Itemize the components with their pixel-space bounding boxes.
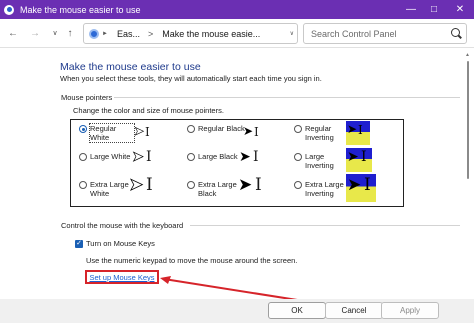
address-dropdown-icon[interactable]: ∨ — [290, 30, 294, 37]
app-icon — [4, 4, 14, 15]
text-cursor-icon: I — [361, 149, 367, 165]
radio-button[interactable] — [79, 125, 87, 133]
scrollbar-thumb[interactable] — [467, 61, 469, 179]
search-icon[interactable] — [451, 28, 460, 37]
address-bar[interactable]: ► Eas... > Make the mouse easie... ∨ — [83, 23, 298, 44]
radio-regular-black[interactable]: Regular Black — [187, 124, 246, 133]
breadcrumb-separator-icon[interactable]: > — [148, 29, 153, 39]
pointer-preview-large-inverting: ➤ I — [346, 148, 372, 172]
forward-arrow-icon[interactable]: → — [28, 26, 42, 40]
section-divider — [114, 97, 460, 98]
close-button[interactable]: ✕ — [449, 0, 471, 19]
radio-extra-large-white[interactable]: Extra Large White — [79, 180, 130, 198]
option-label: Regular Inverting — [305, 124, 334, 142]
arrow-cursor-icon: ➤ — [134, 124, 145, 138]
text-cursor-icon: I — [254, 125, 259, 139]
cancel-button[interactable]: Cancel — [325, 302, 383, 319]
pointer-preview-regular-white: ➤ I — [133, 123, 157, 147]
text-cursor-icon: I — [255, 175, 262, 195]
radio-regular-white[interactable]: Regular White — [79, 123, 135, 143]
ok-button[interactable]: OK — [268, 302, 326, 319]
radio-large-inverting[interactable]: Large Inverting — [294, 152, 345, 170]
pointer-preview-extra-large-white: ➤ I — [128, 174, 156, 202]
arrow-cursor-icon: ➤ — [243, 124, 254, 138]
option-label: Regular White — [89, 123, 135, 143]
arrow-cursor-icon: ➤ — [238, 175, 253, 194]
search-input[interactable] — [304, 28, 444, 39]
recent-locations-chevron-icon[interactable]: ∨ — [48, 26, 62, 40]
section-keyboard-mouse: Control the mouse with the keyboard — [61, 221, 184, 230]
text-cursor-icon: I — [358, 123, 363, 137]
apply-button[interactable]: Apply — [381, 302, 439, 319]
setup-mouse-keys-link[interactable]: Set up Mouse Keys — [85, 270, 159, 284]
radio-button[interactable] — [294, 125, 302, 133]
text-cursor-icon: I — [145, 125, 150, 139]
arrow-cursor-icon: ➤ — [347, 122, 358, 136]
breadcrumb-ease-of-access[interactable]: Eas... — [117, 29, 140, 39]
text-cursor-icon: I — [253, 149, 259, 165]
arrow-cursor-icon: ➤ — [239, 148, 251, 164]
radio-button[interactable] — [79, 153, 87, 161]
text-cursor-icon: I — [146, 149, 152, 165]
section-mouse-pointers: Mouse pointers — [61, 93, 113, 102]
radio-button[interactable] — [187, 153, 195, 161]
text-cursor-icon: I — [364, 175, 371, 195]
pointer-preview-extra-large-inverting: ➤ I — [346, 174, 376, 202]
arrow-cursor-icon: ➤ — [129, 175, 144, 194]
option-label: Regular Black — [198, 124, 245, 133]
arrow-cursor-icon: ➤ — [132, 148, 144, 164]
radio-regular-inverting[interactable]: Regular Inverting — [294, 124, 345, 142]
control-panel-icon — [89, 28, 99, 39]
navigation-bar: ← → ∨ ↑ ► Eas... > Make the mouse easie.… — [0, 19, 474, 48]
pointer-preview-regular-black: ➤ I — [242, 123, 266, 147]
window-title: Make the mouse easier to use — [20, 4, 141, 15]
option-label: Extra Large Inverting — [305, 180, 344, 198]
arrow-cursor-icon: ➤ — [347, 175, 362, 194]
page-title: Make the mouse easier to use — [60, 61, 201, 73]
scroll-up-icon[interactable]: ▲ — [465, 52, 470, 58]
pointer-preview-extra-large-black: ➤ I — [237, 174, 265, 202]
mouse-keys-checkbox[interactable]: ✓ — [75, 240, 83, 248]
mouse-keys-description: Use the numeric keypad to move the mouse… — [86, 256, 298, 265]
radio-button[interactable] — [187, 125, 195, 133]
radio-extra-large-black[interactable]: Extra Large Black — [187, 180, 244, 198]
pointer-preview-large-black: ➤ I — [238, 148, 262, 172]
radio-button[interactable] — [79, 181, 87, 189]
option-label: Large Inverting — [305, 152, 334, 170]
minimize-button[interactable]: — — [400, 0, 422, 19]
section-divider — [190, 225, 460, 226]
back-arrow-icon[interactable]: ← — [6, 26, 20, 40]
radio-extra-large-inverting[interactable]: Extra Large Inverting — [294, 180, 347, 198]
pointer-preview-large-white: ➤ I — [131, 148, 155, 172]
pointers-description: Change the color and size of mouse point… — [73, 106, 224, 115]
radio-button[interactable] — [294, 181, 302, 189]
text-cursor-icon: I — [146, 175, 153, 195]
breadcrumb-current[interactable]: Make the mouse easie... — [162, 29, 260, 39]
arrow-cursor-icon: ➤ — [347, 148, 359, 164]
page-intro: When you select these tools, they will a… — [60, 74, 322, 83]
mouse-keys-label[interactable]: Turn on Mouse Keys — [86, 239, 155, 248]
chevron-right-icon[interactable]: ► — [102, 31, 108, 37]
search-box[interactable] — [303, 23, 467, 44]
up-arrow-icon[interactable]: ↑ — [63, 26, 77, 40]
pointer-preview-regular-inverting: ➤ I — [346, 121, 370, 145]
radio-button[interactable] — [294, 153, 302, 161]
maximize-button[interactable]: □ — [423, 0, 445, 19]
radio-button[interactable] — [187, 181, 195, 189]
option-label: Extra Large White — [90, 180, 129, 198]
